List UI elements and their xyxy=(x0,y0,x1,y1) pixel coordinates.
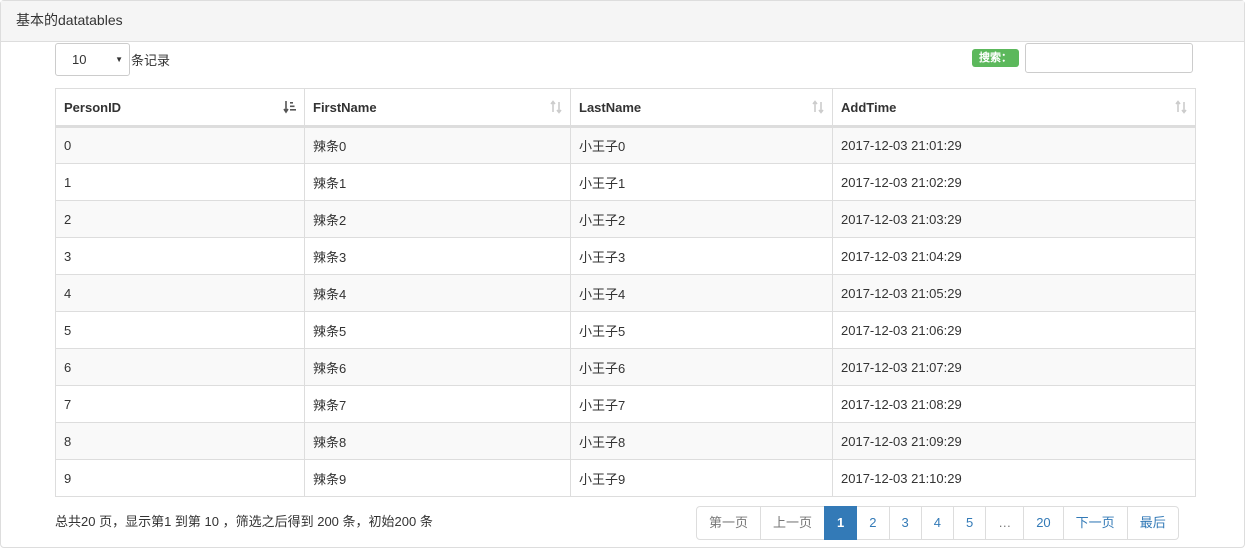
cell-addtime: 2017-12-03 21:05:29 xyxy=(832,274,1196,312)
cell-lastname: 小王子1 xyxy=(570,163,833,201)
cell-addtime: 2017-12-03 21:06:29 xyxy=(832,311,1196,349)
cell-lastname: 小王子5 xyxy=(570,311,833,349)
cell-firstname: 辣条9 xyxy=(304,459,571,497)
cell-personid: 6 xyxy=(55,348,305,386)
data-table: PersonID FirstName LastName AddTime 0 辣条… xyxy=(55,88,1196,497)
column-header-label: PersonID xyxy=(64,99,122,115)
cell-firstname: 辣条2 xyxy=(304,200,571,238)
table-row: 8 辣条8 小王子8 2017-12-03 21:09:29 xyxy=(55,422,1196,460)
cell-lastname: 小王子9 xyxy=(570,459,833,497)
table-row: 3 辣条3 小王子3 2017-12-03 21:04:29 xyxy=(55,237,1196,275)
column-header-firstname[interactable]: FirstName xyxy=(304,88,571,128)
sort-both-icon xyxy=(550,100,562,114)
cell-addtime: 2017-12-03 21:01:29 xyxy=(832,126,1196,164)
cell-addtime: 2017-12-03 21:08:29 xyxy=(832,385,1196,423)
pagination: 第一页 上一页 1 2 3 4 5 … 20 下一页 最后 xyxy=(696,506,1179,540)
prev-page-button[interactable]: 上一页 xyxy=(760,506,826,540)
cell-firstname: 辣条7 xyxy=(304,385,571,423)
cell-lastname: 小王子3 xyxy=(570,237,833,275)
table-row: 9 辣条9 小王子9 2017-12-03 21:10:29 xyxy=(55,459,1196,497)
table-row: 1 辣条1 小王子1 2017-12-03 21:02:29 xyxy=(55,163,1196,201)
column-header-label: LastName xyxy=(579,99,642,115)
cell-lastname: 小王子4 xyxy=(570,274,833,312)
page-button-2[interactable]: 2 xyxy=(856,506,890,540)
cell-personid: 9 xyxy=(55,459,305,497)
cell-personid: 5 xyxy=(55,311,305,349)
table-row: 6 辣条6 小王子6 2017-12-03 21:07:29 xyxy=(55,348,1196,386)
search-label: 搜索： xyxy=(972,49,1019,67)
page-button-1[interactable]: 1 xyxy=(824,506,858,540)
table-row: 5 辣条5 小王子5 2017-12-03 21:06:29 xyxy=(55,311,1196,349)
next-page-button[interactable]: 下一页 xyxy=(1062,506,1128,540)
first-page-button[interactable]: 第一页 xyxy=(696,506,762,540)
column-header-lastname[interactable]: LastName xyxy=(570,88,833,128)
column-header-addtime[interactable]: AddTime xyxy=(832,88,1196,128)
cell-lastname: 小王子6 xyxy=(570,348,833,386)
column-header-personid[interactable]: PersonID xyxy=(55,88,305,128)
sort-both-icon xyxy=(1175,100,1187,114)
cell-firstname: 辣条6 xyxy=(304,348,571,386)
cell-personid: 4 xyxy=(55,274,305,312)
page-button-3[interactable]: 3 xyxy=(888,506,922,540)
cell-addtime: 2017-12-03 21:09:29 xyxy=(832,422,1196,460)
cell-firstname: 辣条5 xyxy=(304,311,571,349)
search-control: 搜索： xyxy=(972,43,1193,73)
cell-firstname: 辣条0 xyxy=(304,126,571,164)
cell-lastname: 小王子2 xyxy=(570,200,833,238)
datatable-panel: 基本的datatables 10 ▼ 条记录 搜索： PersonID Firs… xyxy=(0,0,1245,548)
page-button-4[interactable]: 4 xyxy=(920,506,954,540)
cell-lastname: 小王子8 xyxy=(570,422,833,460)
cell-addtime: 2017-12-03 21:04:29 xyxy=(832,237,1196,275)
page-button-20[interactable]: 20 xyxy=(1023,506,1064,540)
cell-addtime: 2017-12-03 21:02:29 xyxy=(832,163,1196,201)
cell-addtime: 2017-12-03 21:10:29 xyxy=(832,459,1196,497)
page-button-5[interactable]: 5 xyxy=(952,506,987,540)
cell-personid: 2 xyxy=(55,200,305,238)
page-length-value: 10 xyxy=(72,52,87,67)
cell-personid: 1 xyxy=(55,163,305,201)
search-input[interactable] xyxy=(1025,43,1193,73)
cell-firstname: 辣条8 xyxy=(304,422,571,460)
table-row: 0 辣条0 小王子0 2017-12-03 21:01:29 xyxy=(55,126,1196,164)
caret-down-icon: ▼ xyxy=(115,55,123,64)
cell-personid: 0 xyxy=(55,126,305,164)
cell-firstname: 辣条3 xyxy=(304,237,571,275)
table-body: 0 辣条0 小王子0 2017-12-03 21:01:29 1 辣条1 小王子1 2017-… xyxy=(55,126,1196,497)
cell-lastname: 小王子7 xyxy=(570,385,833,423)
panel-title: 基本的datatables xyxy=(1,1,1244,42)
cell-personid: 8 xyxy=(55,422,305,460)
cell-personid: 7 xyxy=(55,385,305,423)
table-row: 4 辣条4 小王子4 2017-12-03 21:05:29 xyxy=(55,274,1196,312)
sort-both-icon xyxy=(812,100,824,114)
sort-amount-asc-icon xyxy=(283,101,296,114)
last-page-button[interactable]: 最后 xyxy=(1126,506,1179,540)
cell-lastname: 小王子0 xyxy=(570,126,833,164)
table-header-row: PersonID FirstName LastName AddTime xyxy=(55,88,1196,128)
cell-addtime: 2017-12-03 21:07:29 xyxy=(832,348,1196,386)
page-length-select[interactable]: 10 ▼ xyxy=(55,43,130,76)
column-header-label: AddTime xyxy=(841,99,897,115)
cell-firstname: 辣条1 xyxy=(304,163,571,201)
table-row: 2 辣条2 小王子2 2017-12-03 21:03:29 xyxy=(55,200,1196,238)
table-info: 总共20 页，显示第1 到第 10 ，筛选之后得到 200 条，初始200 条 xyxy=(55,514,433,529)
pagination-ellipsis: … xyxy=(985,506,1025,540)
cell-addtime: 2017-12-03 21:03:29 xyxy=(832,200,1196,238)
table-row: 7 辣条7 小王子7 2017-12-03 21:08:29 xyxy=(55,385,1196,423)
cell-personid: 3 xyxy=(55,237,305,275)
length-control: 10 ▼ 条记录 xyxy=(55,43,170,76)
cell-firstname: 辣条4 xyxy=(304,274,571,312)
page-length-label: 条记录 xyxy=(131,53,171,68)
column-header-label: FirstName xyxy=(313,99,377,115)
